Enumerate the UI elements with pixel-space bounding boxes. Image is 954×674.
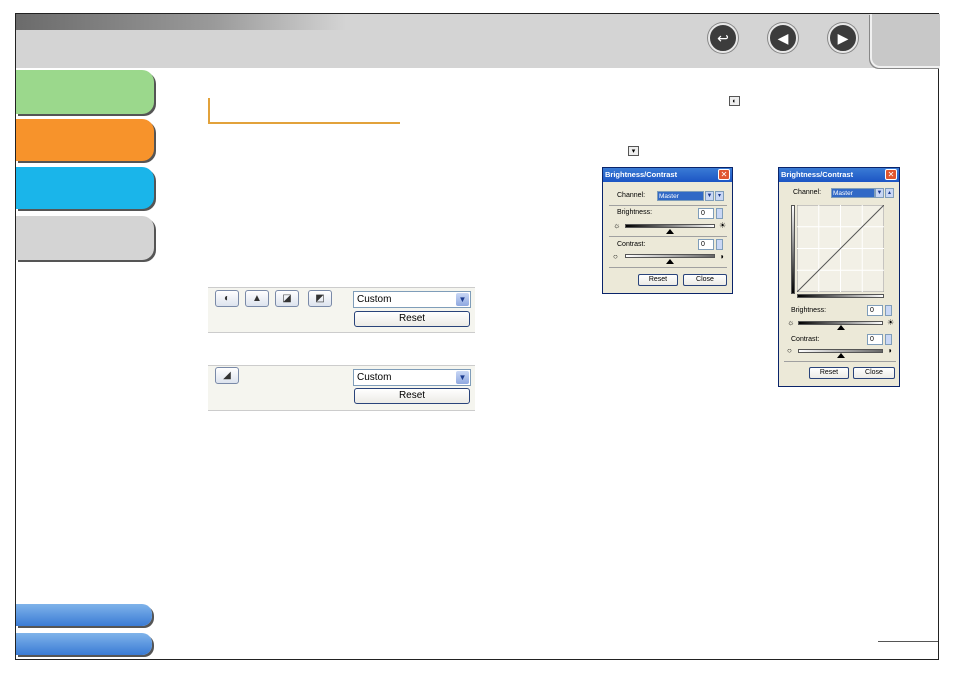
sidebar-tab-1[interactable] — [16, 70, 154, 114]
chevron-down-icon[interactable]: ▼ — [456, 371, 469, 384]
channel-label: Channel: — [617, 192, 646, 199]
brightness-input[interactable]: 0 — [698, 208, 714, 219]
dialog-title: Brightness/Contrast — [603, 168, 732, 182]
channel-label: Channel: — [793, 189, 822, 196]
sidebar-tab-2[interactable] — [16, 119, 154, 161]
reset-button[interactable]: Reset — [638, 274, 678, 286]
brightness-contrast-dialog-expanded: Brightness/Contrast ✕ Channel: Master ▼ … — [778, 167, 900, 387]
contrast-label: Contrast: — [791, 336, 820, 343]
contrast-spinner[interactable] — [885, 334, 892, 345]
sidebar-tab-4[interactable] — [16, 216, 154, 260]
divider — [609, 205, 727, 206]
brightness-low-icon: ☼ — [613, 221, 621, 230]
contrast-high-icon: ◑ — [719, 252, 724, 261]
reset-button-2[interactable]: Reset — [354, 388, 470, 404]
contrast-high-icon: ◑ — [887, 346, 892, 355]
expand-icon[interactable]: ▴ — [885, 188, 894, 198]
divider — [609, 236, 727, 237]
contrast-slider[interactable] — [625, 254, 715, 258]
brightness-high-icon: ☀ — [887, 318, 895, 327]
channel-select[interactable]: Master — [831, 188, 875, 198]
return-arrow-icon[interactable]: ↩ — [708, 23, 738, 53]
close-button[interactable]: Close — [853, 367, 895, 379]
channel-select[interactable]: Master — [657, 191, 704, 201]
input-gradient-bar — [797, 294, 884, 298]
histogram-icon[interactable]: ▲ — [245, 290, 269, 307]
close-button[interactable]: Close — [683, 274, 727, 286]
sidebar-bottom-button-2[interactable] — [16, 633, 152, 655]
brightness-input[interactable]: 0 — [867, 305, 883, 316]
brightness-contrast-dialog-small: Brightness/Contrast ✕ Channel: Master ▼ … — [602, 167, 733, 294]
brightness-low-icon: ☼ — [787, 318, 795, 327]
divider — [609, 267, 727, 268]
brightness-spinner[interactable] — [885, 305, 892, 316]
output-gradient-bar — [791, 205, 795, 294]
preset-select-1[interactable]: Custom ▼ — [353, 291, 471, 308]
brightness-label: Brightness: — [791, 307, 827, 314]
reset-button-1[interactable]: Reset — [354, 311, 470, 327]
tone-curve-icon[interactable]: ◪ — [275, 290, 299, 307]
page-number-rule — [878, 641, 938, 642]
chevron-down-icon[interactable]: ▼ — [456, 293, 469, 306]
collapse-icon[interactable]: ▾ — [715, 191, 724, 201]
chevron-down-icon[interactable]: ▼ — [875, 188, 884, 198]
contrast-slider-thumb[interactable] — [666, 259, 674, 264]
brightness-contrast-icon[interactable]: ◐ — [215, 290, 239, 307]
dialog-title: Brightness/Contrast — [779, 168, 899, 182]
brightness-label: Brightness: — [617, 209, 653, 216]
brightness-high-icon: ☀ — [719, 221, 727, 230]
brightness-contrast-icon: ◐ — [729, 96, 740, 106]
contrast-slider-thumb[interactable] — [837, 353, 845, 358]
corner-tab[interactable] — [870, 14, 940, 68]
contrast-low-icon: ○ — [613, 252, 618, 261]
right-arrow-icon[interactable]: ▶ — [828, 23, 858, 53]
final-review-icon[interactable]: ◩ — [308, 290, 332, 307]
left-arrow-icon[interactable]: ◀ — [768, 23, 798, 53]
divider — [784, 361, 896, 362]
close-icon[interactable]: ✕ — [718, 169, 730, 180]
contrast-low-icon: ○ — [787, 346, 792, 355]
preset-select-2[interactable]: Custom ▼ — [353, 369, 471, 386]
contrast-input[interactable]: 0 — [867, 334, 883, 345]
expand-icon: ▾ — [628, 146, 639, 156]
top-bar-stripe — [16, 14, 346, 30]
contrast-label: Contrast: — [617, 241, 646, 248]
brightness-slider[interactable] — [625, 224, 715, 228]
sidebar-tab-3[interactable] — [16, 167, 154, 209]
brightness-slider-thumb[interactable] — [837, 325, 845, 330]
section-heading-underline — [208, 98, 400, 124]
tone-curve-graph[interactable] — [797, 205, 884, 292]
sidebar-bottom-button-1[interactable] — [16, 604, 152, 626]
contrast-input[interactable]: 0 — [698, 239, 714, 250]
brightness-spinner[interactable] — [716, 208, 723, 219]
brightness-slider-thumb[interactable] — [666, 229, 674, 234]
contrast-spinner[interactable] — [716, 239, 723, 250]
chevron-down-icon[interactable]: ▼ — [705, 191, 714, 201]
reset-button[interactable]: Reset — [809, 367, 849, 379]
close-icon[interactable]: ✕ — [885, 169, 897, 180]
tone-adjust-icon[interactable]: ◢ — [215, 367, 239, 384]
